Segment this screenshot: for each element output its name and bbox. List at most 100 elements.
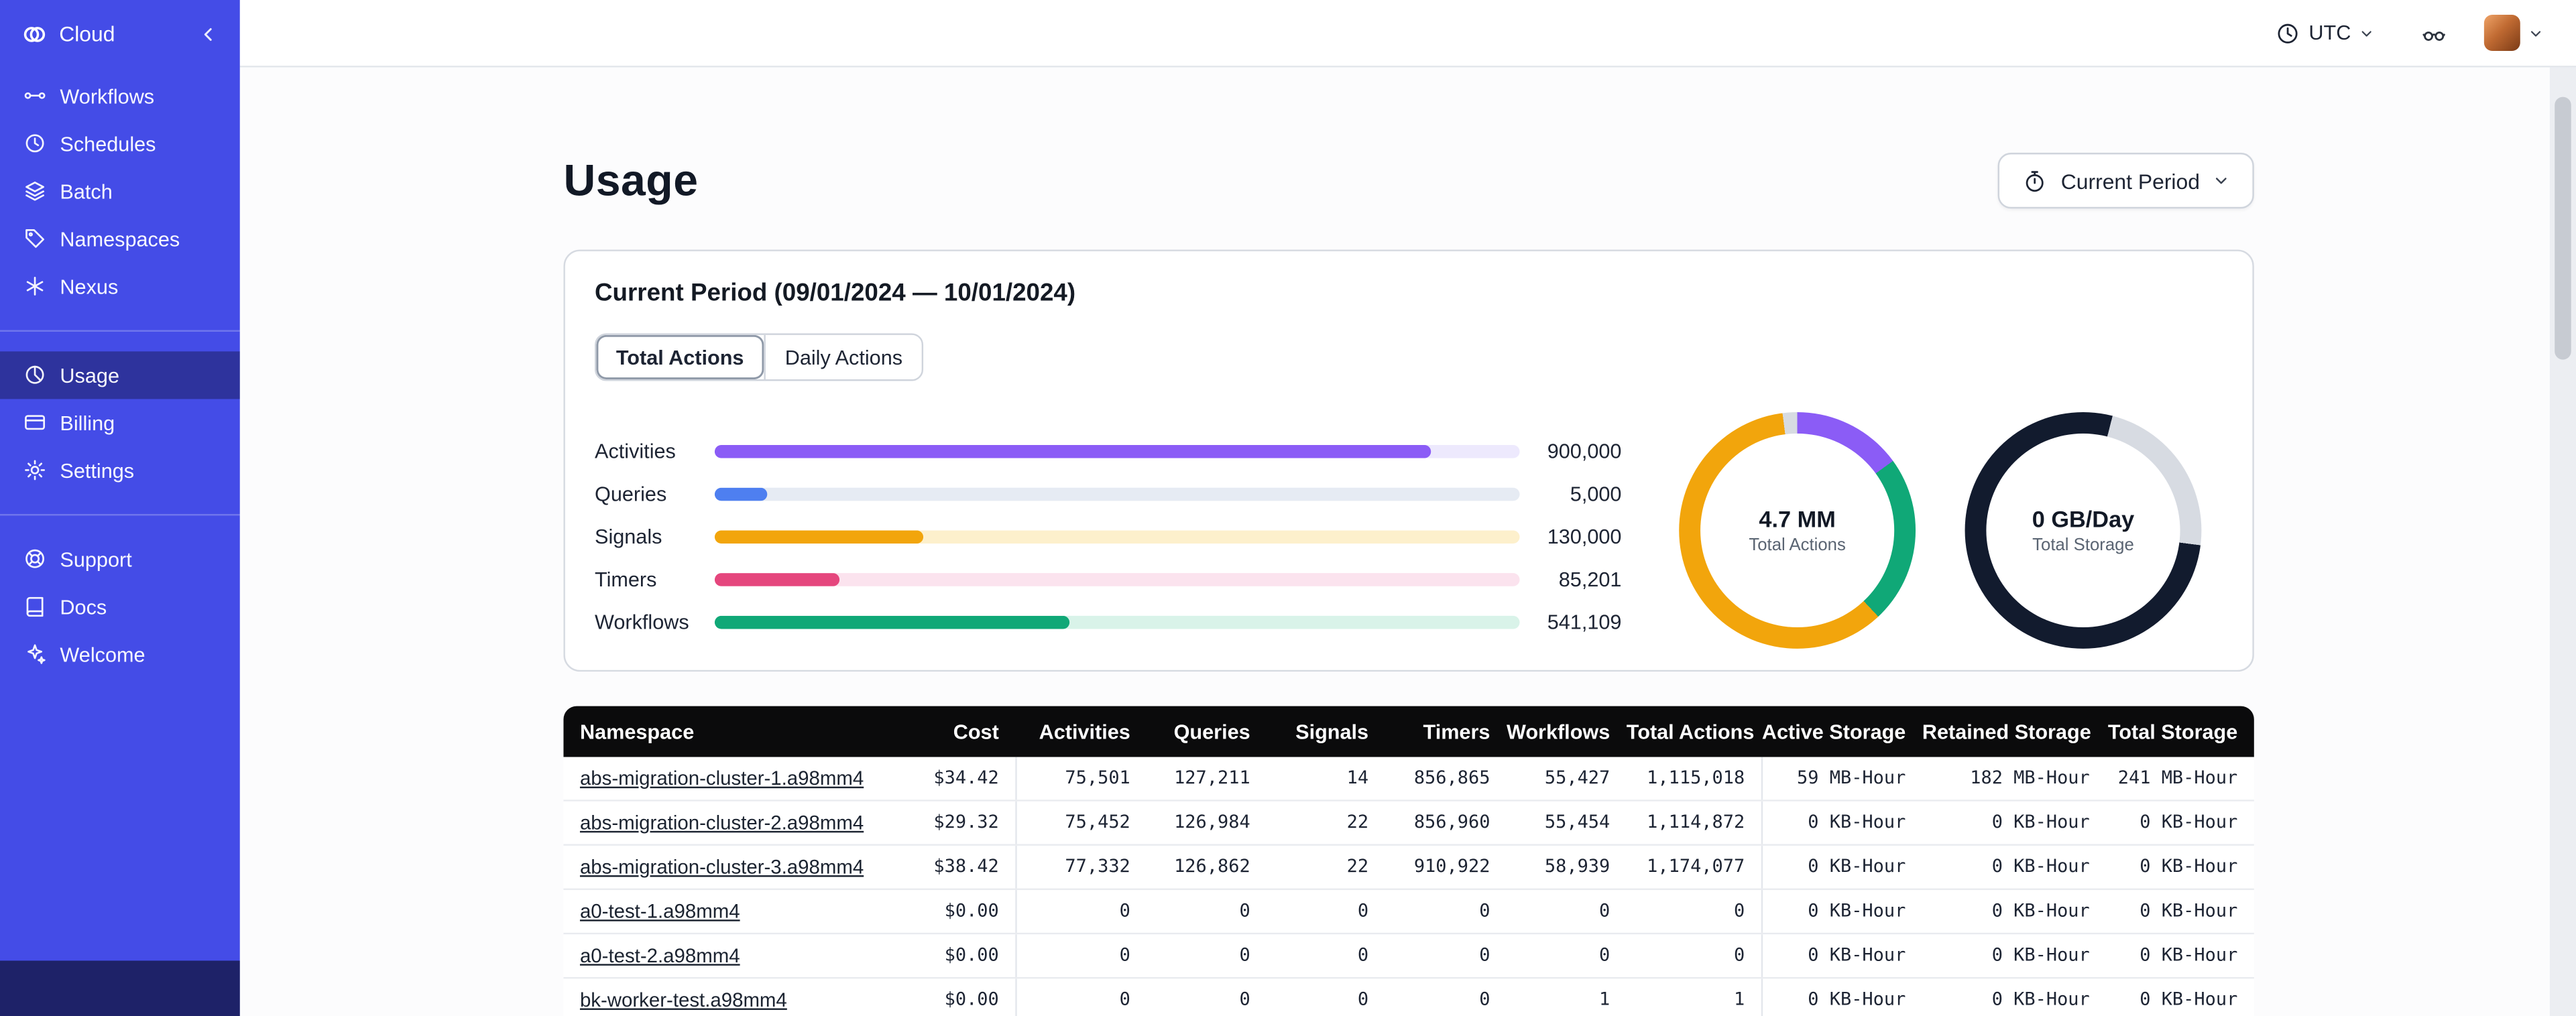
tab-daily-actions[interactable]: Daily Actions — [763, 334, 923, 380]
namespace-link[interactable]: bk-worker-test.a98mm4 — [580, 989, 787, 1011]
sidebar-item-batch[interactable]: Batch — [0, 168, 240, 215]
cell-workflows: 0 — [1599, 899, 1611, 922]
total-storage-label: Total Storage — [2032, 535, 2134, 556]
main-content: Usage Current Period Current Period (09/… — [239, 67, 2550, 1016]
cell-total-storage: 0 KB-Hour — [2140, 855, 2238, 877]
cell-retained-storage: 182 MB-Hour — [1970, 767, 2090, 789]
tab-total-actions[interactable]: Total Actions — [596, 334, 764, 380]
bar-value: 900,000 — [1547, 440, 1622, 463]
glasses-button[interactable] — [2416, 21, 2451, 46]
nav-item-icon — [23, 595, 47, 619]
cell-queries: 0 — [1239, 944, 1250, 966]
actions-tab-group: Total Actions Daily Actions — [595, 333, 924, 381]
cell-retained-storage: 0 KB-Hour — [1991, 811, 2090, 833]
chevron-down-icon — [2528, 25, 2543, 40]
cell-workflows: 58,939 — [1544, 855, 1611, 877]
sidebar-collapse-button[interactable] — [198, 24, 218, 44]
namespace-link[interactable]: abs-migration-cluster-2.a98mm4 — [580, 811, 864, 834]
cell-timers: 856,865 — [1413, 767, 1490, 789]
cell-cost: $38.42 — [933, 855, 999, 877]
nav-item-label: Workflows — [60, 84, 155, 108]
cell-cost: $0.00 — [944, 944, 999, 966]
scrollbar-thumb[interactable] — [2555, 97, 2571, 360]
bar-value: 541,109 — [1547, 611, 1622, 634]
period-selector-button[interactable]: Current Period — [1998, 152, 2254, 209]
cell-active-storage: 59 MB-Hour — [1761, 757, 1922, 800]
table-row-abs-migration-cluster-3-a98mm4: abs-migration-cluster-3.a98mm4 $38.42 77… — [563, 845, 2254, 891]
sidebar-item-support[interactable]: Support — [0, 535, 240, 583]
page-header: Usage Current Period — [563, 149, 2254, 212]
sidebar-footer — [0, 960, 240, 1016]
sidebar-item-namespaces[interactable]: Namespaces — [0, 215, 240, 263]
cell-total-storage: 0 KB-Hour — [2140, 989, 2238, 1010]
cell-total-actions: 1,115,018 — [1647, 767, 1745, 789]
bar-label: Queries — [595, 483, 667, 506]
namespace-link[interactable]: abs-migration-cluster-1.a98mm4 — [580, 767, 864, 789]
scrollbar-track[interactable] — [2549, 67, 2576, 1016]
topbar: UTC — [239, 0, 2576, 68]
cell-timers: 0 — [1479, 899, 1490, 922]
cell-total-actions: 1,114,872 — [1647, 811, 1745, 833]
nav-item-icon — [23, 548, 47, 572]
nav-item-icon — [23, 411, 47, 435]
table-row-a0-test-2-a98mm4: a0-test-2.a98mm4 $0.00 0 0 0 0 0 0 0 KB-… — [563, 934, 2254, 979]
column-header-signals: Signals — [1295, 720, 1369, 743]
namespace-link[interactable]: a0-test-2.a98mm4 — [580, 944, 740, 967]
nav-item-icon — [23, 180, 47, 204]
avatar — [2483, 15, 2520, 51]
cell-signals: 22 — [1346, 855, 1369, 877]
brand-label: Cloud — [59, 21, 115, 46]
bar-track — [714, 487, 1520, 501]
nav-item-label: Nexus — [60, 275, 119, 298]
nav-support: Support Docs Welcome — [0, 535, 240, 678]
bar-fill — [714, 573, 839, 586]
brand: Cloud — [0, 0, 240, 67]
table-row-abs-migration-cluster-1-a98mm4: abs-migration-cluster-1.a98mm4 $34.42 75… — [563, 757, 2254, 802]
namespace-link[interactable]: abs-migration-cluster-3.a98mm4 — [580, 856, 864, 879]
clock-icon — [2276, 21, 2300, 46]
nav-item-label: Billing — [60, 411, 115, 435]
temporal-logo-icon — [21, 21, 48, 47]
chevron-down-icon — [2213, 172, 2230, 189]
cell-retained-storage: 0 KB-Hour — [1991, 855, 2090, 877]
bar-label: Workflows — [595, 611, 689, 634]
cell-retained-storage: 0 KB-Hour — [1991, 989, 2090, 1010]
cell-timers: 856,960 — [1413, 811, 1490, 833]
cell-total-storage: 0 KB-Hour — [2140, 944, 2238, 966]
nav-item-label: Welcome — [60, 643, 145, 666]
sidebar-item-welcome[interactable]: Welcome — [0, 631, 240, 678]
account-menu-button[interactable] — [2483, 15, 2543, 51]
table-row-bk-worker-test-a98mm4: bk-worker-test.a98mm4 $0.00 0 0 0 0 1 1 … — [563, 978, 2254, 1016]
column-header-activities: Activities — [1039, 720, 1130, 743]
nav-item-label: Settings — [60, 458, 135, 483]
cell-total-actions: 1 — [1733, 989, 1745, 1010]
bar-label: Signals — [595, 525, 662, 549]
sidebar-item-workflows[interactable]: Workflows — [0, 72, 240, 120]
sidebar-item-nexus[interactable]: Nexus — [0, 263, 240, 310]
bar-value: 85,201 — [1558, 568, 1622, 592]
timezone-selector[interactable]: UTC — [2266, 19, 2384, 47]
column-header-retained-storage: Retained Storage — [1922, 720, 2091, 743]
total-actions-value: 4.7 MM — [1759, 505, 1836, 532]
cell-cost: $34.42 — [933, 767, 999, 789]
sidebar-item-billing[interactable]: Billing — [0, 399, 240, 446]
nav-item-icon — [23, 132, 47, 156]
cell-total-storage: 0 KB-Hour — [2140, 899, 2238, 922]
sidebar-item-docs[interactable]: Docs — [0, 583, 240, 631]
cell-activities: 77,332 — [1015, 845, 1147, 889]
nav-item-label: Usage — [60, 363, 119, 387]
namespace-link[interactable]: a0-test-1.a98mm4 — [580, 900, 740, 923]
sidebar-item-usage[interactable]: Usage — [0, 351, 240, 399]
cell-workflows: 55,427 — [1544, 767, 1611, 789]
namespaces-table: Namespace Cost Activities Queries Signals Tim… — [563, 706, 2254, 1016]
column-header-cost: Cost — [953, 720, 999, 743]
column-header-total-storage: Total Storage — [2107, 720, 2238, 743]
sidebar-item-schedules[interactable]: Schedules — [0, 120, 240, 168]
sidebar-item-settings[interactable]: Settings — [0, 446, 240, 494]
bar-track — [714, 445, 1520, 458]
bar-fill — [714, 487, 767, 501]
cell-cost: $29.32 — [933, 811, 999, 833]
cell-activities: 75,501 — [1015, 757, 1147, 800]
bar-fill — [714, 530, 925, 544]
cell-workflows: 1 — [1599, 989, 1611, 1010]
